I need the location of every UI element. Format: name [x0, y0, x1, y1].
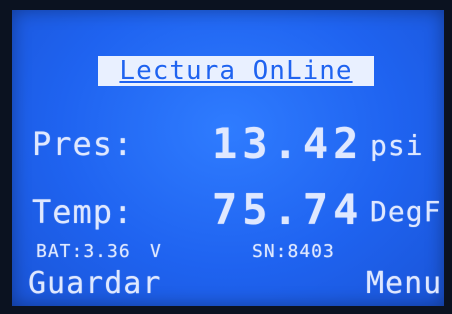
temperature-value: 75.74: [212, 185, 364, 234]
battery-voltage: BAT:3.36: [36, 241, 131, 262]
temperature-label: Temp:: [32, 193, 134, 231]
pressure-value: 13.42: [212, 119, 364, 168]
screen-title: Lectura OnLine: [98, 56, 374, 86]
serial-number: SN:8403: [252, 241, 335, 262]
battery-unit: V: [150, 241, 162, 262]
lcd-screen: Lectura OnLine Pres: 13.42 psi Temp: 75.…: [12, 10, 444, 306]
pressure-label: Pres:: [32, 125, 134, 163]
pressure-unit: psi: [370, 129, 424, 162]
save-softkey[interactable]: Guardar: [28, 268, 161, 300]
menu-softkey[interactable]: Menu: [366, 268, 442, 300]
temperature-unit: DegF: [370, 195, 442, 228]
